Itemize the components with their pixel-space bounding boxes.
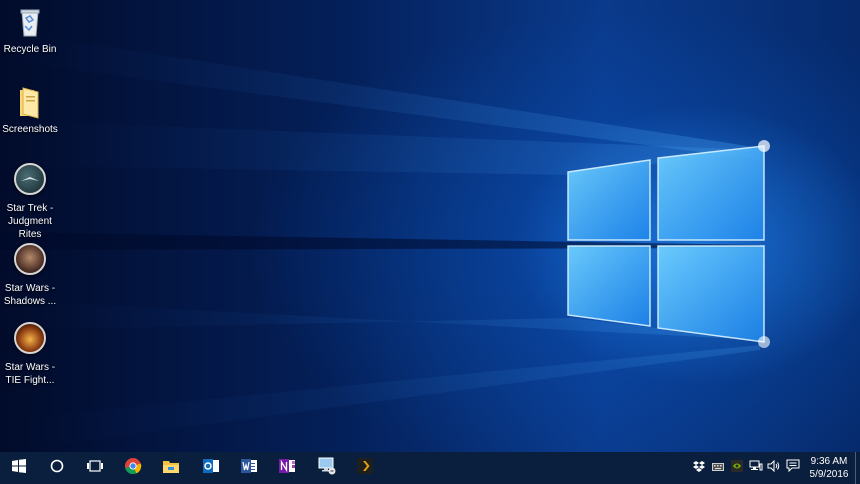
taskbar-app-remote-desktop[interactable] bbox=[308, 452, 346, 484]
tray-dropbox[interactable] bbox=[692, 461, 706, 475]
star-trek-game-icon bbox=[12, 163, 48, 199]
taskbar-app-plex[interactable] bbox=[346, 452, 384, 484]
clock-time: 9:36 AM bbox=[810, 456, 848, 467]
start-button[interactable] bbox=[0, 452, 38, 484]
tray-action-center[interactable] bbox=[786, 459, 800, 477]
star-wars-shadows-game-icon bbox=[12, 243, 48, 279]
chrome-icon bbox=[124, 457, 142, 480]
taskbar-app-file-explorer[interactable] bbox=[152, 452, 190, 484]
plex-icon bbox=[357, 457, 373, 479]
dropbox-icon bbox=[693, 459, 705, 477]
taskbar-app-outlook[interactable] bbox=[192, 452, 230, 484]
taskbar-app-chrome[interactable] bbox=[114, 452, 152, 484]
desktop-icon-star-wars-shadows[interactable]: Star Wars - Shadows ... bbox=[0, 243, 60, 308]
cortana-icon bbox=[50, 459, 64, 478]
taskbar-app-word[interactable] bbox=[230, 452, 268, 484]
outlook-icon bbox=[202, 457, 220, 480]
task-view-icon bbox=[86, 459, 104, 478]
desktop-icon-label: Recycle Bin bbox=[3, 44, 57, 55]
show-desktop-button[interactable] bbox=[855, 452, 860, 484]
tray-nvidia[interactable] bbox=[730, 459, 744, 477]
action-center-icon bbox=[786, 459, 800, 477]
file-explorer-icon bbox=[162, 458, 180, 479]
desktop-icon-screenshots[interactable]: Screenshots bbox=[0, 84, 60, 136]
desktop-wallpaper: Recycle Bin Screenshots Star Trek - Judg… bbox=[0, 0, 860, 452]
taskbar-clock[interactable]: 9:36 AM 5/9/2016 bbox=[803, 455, 855, 481]
network-icon bbox=[749, 459, 763, 477]
windows-logo-wallpaper bbox=[0, 30, 770, 452]
start-icon bbox=[12, 458, 26, 478]
tray-keyboard[interactable] bbox=[711, 461, 725, 475]
remote-desktop-icon bbox=[317, 457, 337, 480]
nvidia-icon bbox=[731, 459, 743, 477]
onenote-icon bbox=[278, 457, 296, 480]
desktop-icon-label: Star Trek - Judgment Rites bbox=[6, 203, 54, 240]
folder-icon bbox=[12, 84, 48, 120]
taskbar: 9:36 AM 5/9/2016 bbox=[0, 452, 860, 484]
recycle-bin-icon bbox=[12, 4, 48, 40]
keyboard-icon bbox=[712, 459, 724, 477]
volume-icon bbox=[767, 459, 781, 477]
word-icon bbox=[240, 457, 258, 480]
taskbar-app-onenote[interactable] bbox=[268, 452, 306, 484]
desktop-icon-label: Screenshots bbox=[2, 124, 58, 135]
desktop-icon-star-wars-tie-fighter[interactable]: Star Wars - TIE Fight... bbox=[0, 322, 60, 387]
task-view-button[interactable] bbox=[76, 452, 114, 484]
desktop-icon-label: Star Wars - TIE Fight... bbox=[4, 362, 56, 386]
desktop-icon-label: Star Wars - Shadows ... bbox=[3, 283, 57, 307]
tray-volume[interactable] bbox=[767, 459, 781, 477]
tray-network[interactable] bbox=[749, 459, 763, 477]
desktop-icon-recycle-bin[interactable]: Recycle Bin bbox=[0, 4, 60, 56]
cortana-button[interactable] bbox=[38, 452, 76, 484]
star-wars-tie-fighter-game-icon bbox=[12, 322, 48, 358]
desktop-icon-star-trek-judgment-rites[interactable]: Star Trek - Judgment Rites bbox=[0, 163, 60, 241]
clock-date: 5/9/2016 bbox=[809, 469, 849, 480]
